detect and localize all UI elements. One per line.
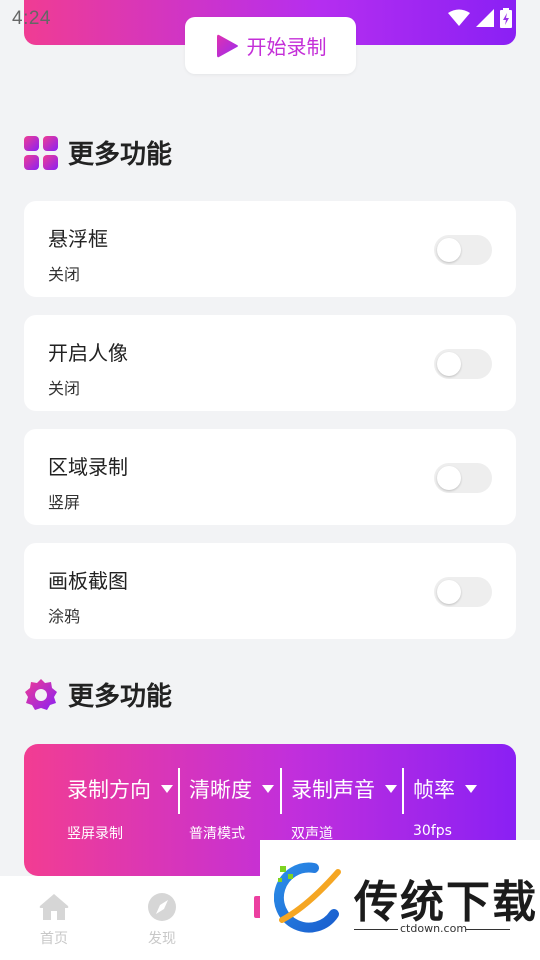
watermark-overlay: 传统下载 ctdown.com <box>260 840 540 960</box>
toggle-knob <box>437 352 461 376</box>
portrait-toggle[interactable] <box>434 349 492 379</box>
feature-card-drawing-screenshot: 画板截图 涂鸦 <box>24 543 516 639</box>
feature-name: 开启人像 <box>48 341 128 365</box>
status-icons <box>448 8 512 28</box>
toggle-knob <box>437 580 461 604</box>
tab-label: 发现 <box>148 931 176 947</box>
drawing-screenshot-toggle[interactable] <box>434 577 492 607</box>
section-title: 更多功能 <box>68 682 173 712</box>
watermark-brand: 传统下载 <box>354 877 538 928</box>
feature-card-area-record: 区域录制 竖屏 <box>24 429 516 525</box>
divider <box>402 768 404 814</box>
feature-name: 画板截图 <box>48 569 128 593</box>
feature-status: 关闭 <box>48 379 81 398</box>
ctdown-logo-icon <box>274 862 341 933</box>
setting-label: 录制声音 <box>291 778 375 802</box>
divider <box>466 929 510 930</box>
dropdown-arrow-icon <box>262 785 274 793</box>
feature-status: 涂鸦 <box>48 607 81 626</box>
signal-icon <box>476 9 494 27</box>
setting-value: 普清模式 <box>189 826 245 842</box>
setting-header: 清晰度 <box>189 774 274 804</box>
feature-card-floating-window: 悬浮框 关闭 <box>24 201 516 297</box>
start-record-button[interactable]: 开始录制 <box>185 17 356 74</box>
play-icon <box>216 34 238 57</box>
divider <box>354 929 398 930</box>
feature-status: 关闭 <box>48 265 81 284</box>
wifi-icon <box>448 9 470 26</box>
tab-discover[interactable]: 发现 <box>122 892 202 948</box>
setting-label: 帧率 <box>413 778 455 802</box>
area-record-toggle[interactable] <box>434 463 492 493</box>
compass-icon <box>148 893 176 921</box>
toggle-knob <box>437 466 461 490</box>
setting-header: 录制方向 <box>67 774 173 804</box>
floating-window-toggle[interactable] <box>434 235 492 265</box>
toggle-knob <box>437 238 461 262</box>
gear-icon <box>25 678 57 710</box>
setting-value: 30fps <box>413 823 452 839</box>
status-time: 4:24 <box>12 8 51 29</box>
divider <box>178 768 180 814</box>
feature-name: 区域录制 <box>48 455 128 479</box>
dropdown-arrow-icon <box>161 785 173 793</box>
divider <box>280 768 282 814</box>
battery-icon <box>500 8 512 28</box>
section-header-more-features: 更多功能 <box>24 134 172 171</box>
home-icon <box>39 894 69 920</box>
start-record-label: 开始录制 <box>246 37 327 59</box>
dropdown-arrow-icon <box>465 785 477 793</box>
section-title: 更多功能 <box>68 140 173 170</box>
section-header-more-features-2: 更多功能 <box>24 676 172 713</box>
watermark-url: ctdown.com <box>400 922 468 935</box>
tab-home[interactable]: 首页 <box>14 892 94 948</box>
setting-value: 竖屏录制 <box>67 826 123 842</box>
dropdown-arrow-icon <box>385 785 397 793</box>
setting-header: 帧率 <box>413 774 477 804</box>
setting-header: 录制声音 <box>291 774 397 804</box>
feature-card-portrait: 开启人像 关闭 <box>24 315 516 411</box>
grid-apps-icon <box>24 135 58 170</box>
feature-name: 悬浮框 <box>48 227 108 251</box>
setting-label: 清晰度 <box>189 778 252 802</box>
tab-label: 首页 <box>40 931 68 947</box>
feature-status: 竖屏 <box>48 493 81 512</box>
setting-label: 录制方向 <box>67 778 151 802</box>
